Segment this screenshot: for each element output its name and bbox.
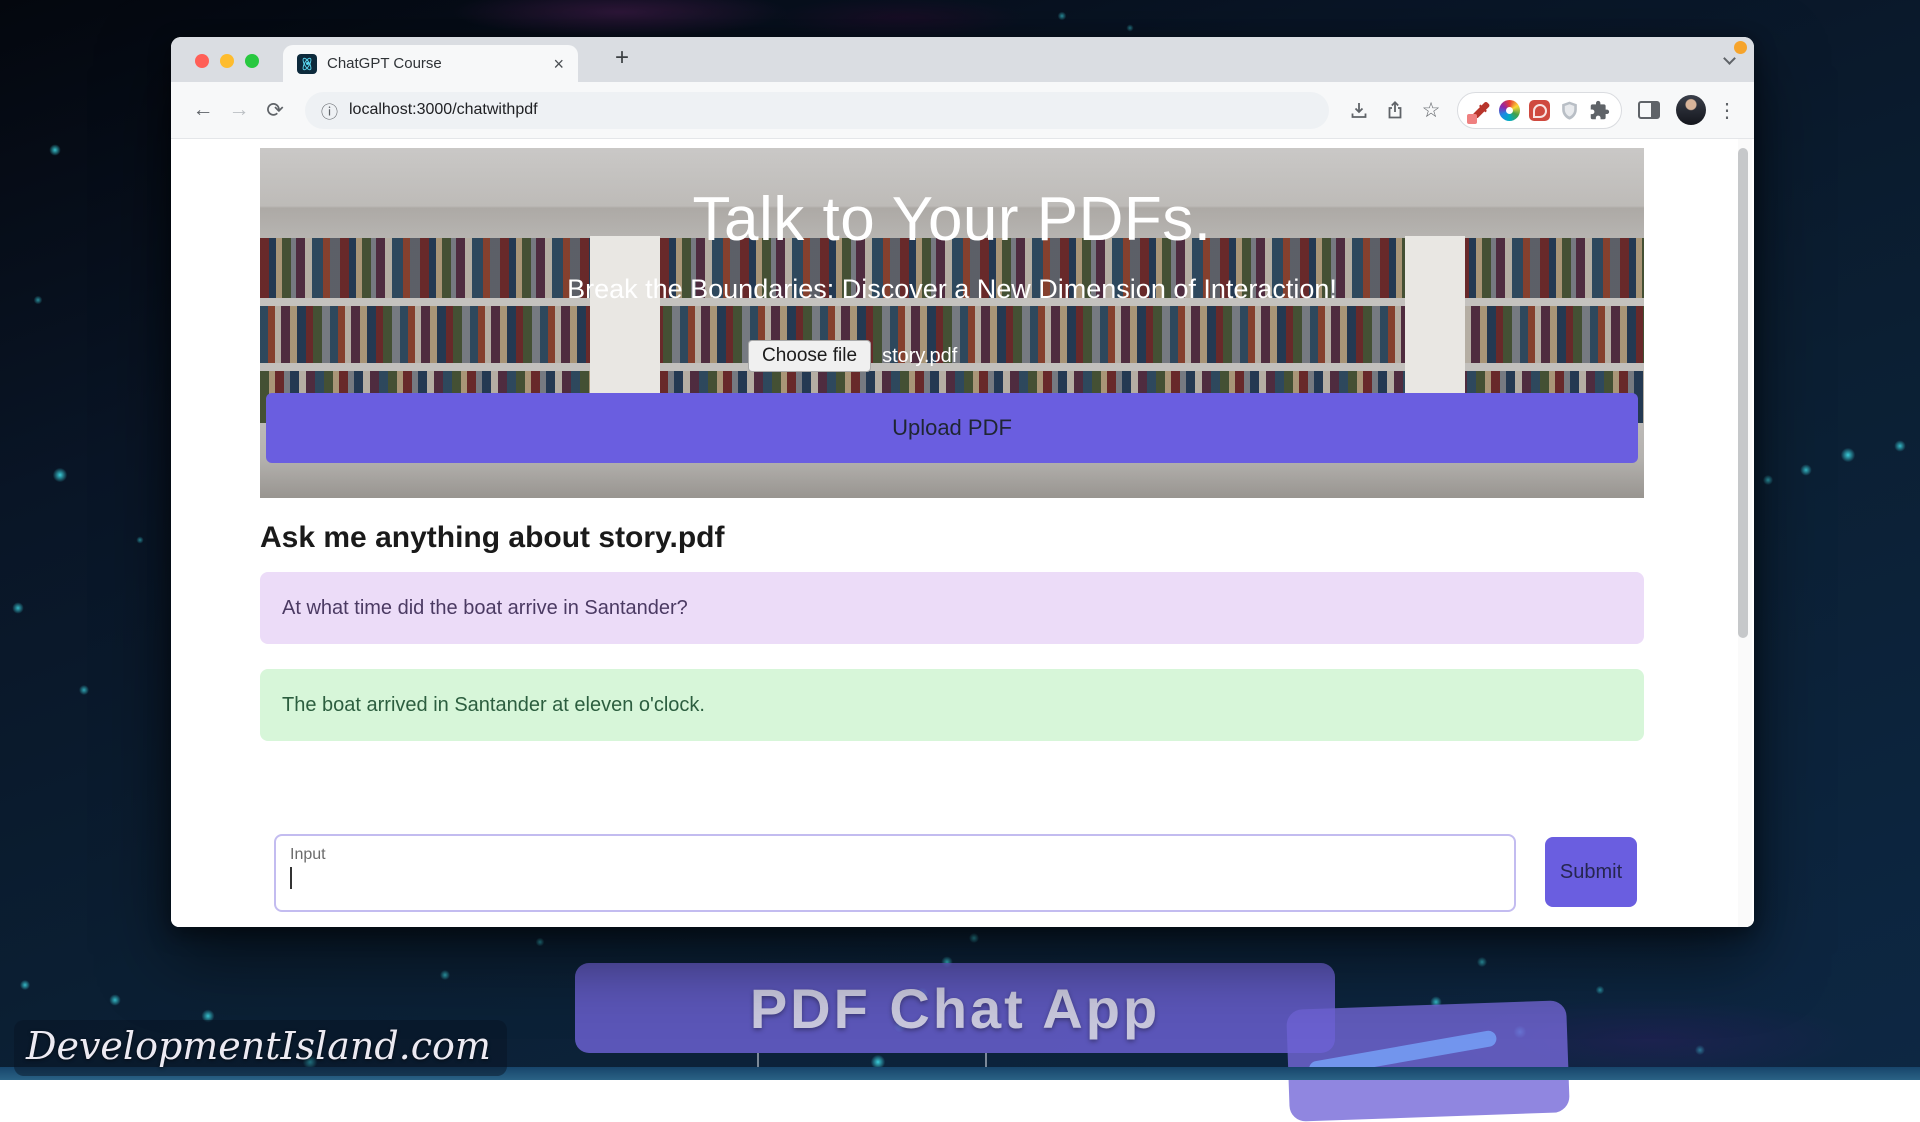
tab-close-icon[interactable]: × bbox=[553, 55, 564, 73]
input-label: Input bbox=[290, 846, 1500, 864]
red-extension-icon[interactable] bbox=[1529, 100, 1550, 121]
site-info-icon[interactable]: ⓘ bbox=[321, 98, 338, 123]
bookmark-star-icon[interactable]: ☆ bbox=[1413, 92, 1449, 128]
share-icon[interactable] bbox=[1377, 92, 1413, 128]
tab-strip: ChatGPT Course × + bbox=[171, 37, 1754, 82]
minimize-window-button[interactable] bbox=[220, 54, 234, 68]
watermark-text: DevelopmentIsland.com bbox=[26, 1024, 491, 1068]
eyedropper-swatch bbox=[1467, 114, 1477, 124]
forward-button[interactable]: → bbox=[221, 92, 257, 128]
notification-dot bbox=[1734, 41, 1747, 54]
close-window-button[interactable] bbox=[195, 54, 209, 68]
browser-window: ChatGPT Course × + ← → ⟳ ⓘ localhost:300… bbox=[171, 37, 1754, 927]
react-favicon-icon bbox=[297, 54, 317, 74]
url-text: localhost:3000/chatwithpdf bbox=[349, 101, 538, 119]
choose-file-button[interactable]: Choose file bbox=[748, 340, 871, 372]
page-content: Talk to Your PDFs. Break the Boundaries:… bbox=[171, 139, 1754, 927]
file-input[interactable]: Choose file story.pdf bbox=[748, 340, 957, 372]
question-input[interactable]: Input bbox=[274, 834, 1516, 912]
reload-button[interactable]: ⟳ bbox=[257, 92, 293, 128]
desktop-banner-text: PDF Chat App bbox=[750, 976, 1160, 1041]
scrollbar-thumb[interactable] bbox=[1738, 148, 1748, 638]
answer-text: The boat arrived in Santander at eleven … bbox=[282, 694, 705, 717]
extensions-pill bbox=[1457, 92, 1622, 129]
selected-file-name: story.pdf bbox=[882, 345, 957, 368]
hero-section: Talk to Your PDFs. Break the Boundaries:… bbox=[260, 148, 1644, 498]
profile-avatar[interactable] bbox=[1676, 95, 1706, 125]
address-bar[interactable]: ⓘ localhost:3000/chatwithpdf bbox=[305, 92, 1329, 129]
puzzle-extensions-icon[interactable] bbox=[1589, 100, 1610, 121]
watermark: DevelopmentIsland.com bbox=[14, 1020, 507, 1076]
page-title: Ask me anything about story.pdf bbox=[260, 521, 725, 555]
hero-title: Talk to Your PDFs. bbox=[260, 184, 1644, 255]
submit-button[interactable]: Submit bbox=[1545, 837, 1637, 907]
browser-menu-icon[interactable]: ⋮ bbox=[1714, 98, 1740, 123]
back-button[interactable]: ← bbox=[185, 92, 221, 128]
browser-toolbar: ← → ⟳ ⓘ localhost:3000/chatwithpdf ☆ bbox=[171, 82, 1754, 139]
chat-message-question: At what time did the boat arrive in Sant… bbox=[260, 572, 1644, 644]
tab-title: ChatGPT Course bbox=[327, 55, 442, 72]
question-text: At what time did the boat arrive in Sant… bbox=[282, 597, 688, 620]
text-cursor bbox=[290, 867, 292, 889]
desktop-banner: PDF Chat App bbox=[575, 963, 1335, 1053]
new-tab-button[interactable]: + bbox=[607, 44, 637, 74]
zoom-window-button[interactable] bbox=[245, 54, 259, 68]
hero-subtitle: Break the Boundaries: Discover a New Dim… bbox=[260, 274, 1644, 305]
color-wheel-extension-icon[interactable] bbox=[1499, 100, 1520, 121]
eyedropper-extension-icon[interactable] bbox=[1469, 100, 1490, 121]
chat-message-answer: The boat arrived in Santander at eleven … bbox=[260, 669, 1644, 741]
download-icon[interactable] bbox=[1341, 92, 1377, 128]
shield-extension-icon[interactable] bbox=[1559, 100, 1580, 121]
side-panel-icon[interactable] bbox=[1638, 101, 1660, 119]
chevron-down-icon[interactable] bbox=[1723, 52, 1736, 65]
upload-pdf-button[interactable]: Upload PDF bbox=[266, 393, 1638, 463]
scrollbar-track[interactable] bbox=[1738, 139, 1752, 927]
browser-tab[interactable]: ChatGPT Course × bbox=[283, 45, 578, 82]
